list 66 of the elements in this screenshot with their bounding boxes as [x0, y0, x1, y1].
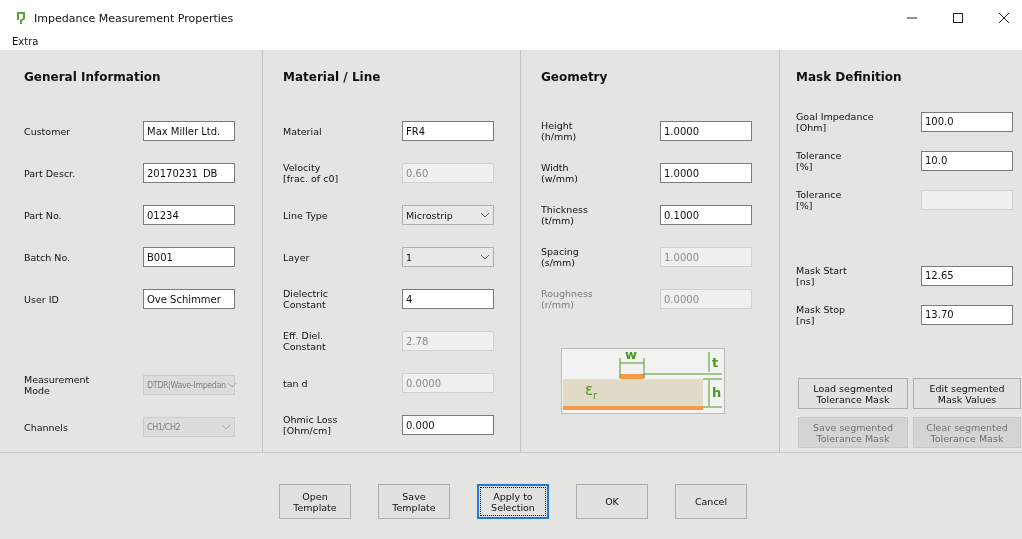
maximize-icon[interactable]	[952, 12, 964, 24]
input-field[interactable]: 1.0000	[660, 121, 752, 141]
dialog-button[interactable]: OK	[576, 484, 648, 519]
field-label: Part Descr.	[24, 167, 77, 179]
section-heading: General Information	[24, 70, 162, 86]
field-label: Velocity [frac. of c0]	[283, 162, 340, 184]
field-label: Measurement Mode	[24, 374, 91, 396]
input-field[interactable]: 100.0	[921, 111, 1013, 132]
input-field[interactable]: 4	[402, 289, 494, 309]
section-heading: Material / Line	[283, 70, 382, 86]
input-field[interactable]: Max Miller Ltd.	[143, 121, 235, 141]
field-label: Width (w/mm)	[541, 162, 579, 184]
field-label: Spacing (s/mm)	[541, 246, 580, 268]
diagram-label: ε$_{r}$	[585, 384, 598, 402]
window-title: Impedance Measurement Properties	[34, 11, 234, 25]
field-label: Batch No.	[24, 251, 72, 263]
close-icon[interactable]	[998, 12, 1010, 24]
dialog-button[interactable]: Cancel	[675, 484, 747, 519]
input-field[interactable]: 10.0	[921, 150, 1013, 171]
field-label: Roughness (r/mm)	[541, 288, 594, 310]
caret-icon	[480, 254, 490, 260]
section-heading: Geometry	[541, 70, 609, 86]
app-icon	[16, 11, 26, 25]
field-label: Eff. Diel. Constant	[283, 330, 327, 352]
field-label: Thickness (t/mm)	[541, 204, 589, 226]
dialog-button[interactable]: Apply to Selection	[477, 484, 549, 519]
caret-icon	[221, 424, 231, 430]
field-label: Material	[283, 125, 323, 137]
mask-button[interactable]: Edit segmented Mask Values	[913, 378, 1021, 409]
field-label: Layer	[283, 251, 311, 263]
section-heading: Mask Definition	[796, 70, 903, 86]
input-field[interactable]: B001	[143, 247, 235, 267]
field-label: User ID	[24, 293, 60, 305]
dialog-button[interactable]: Open Template	[279, 484, 351, 519]
diagram-label: w	[625, 348, 637, 361]
input-field[interactable]: Ove Schimmer	[143, 289, 235, 309]
dropdown[interactable]: Microstrip	[402, 205, 494, 225]
input-field[interactable]: FR4	[402, 121, 494, 141]
field-label: Tolerance [%]	[796, 188, 843, 211]
input-field[interactable]: 01234	[143, 205, 235, 225]
diagram-label: h	[712, 386, 722, 399]
field-label: Dielectric Constant	[283, 288, 329, 310]
menu-item[interactable]: Extra	[10, 36, 41, 48]
diagram-label: t	[712, 356, 719, 369]
field-label: Channels	[24, 421, 69, 433]
caret-icon	[480, 212, 490, 218]
field-label: Part No.	[24, 209, 63, 221]
input-field[interactable]: 0.1000	[660, 205, 752, 225]
field-label: Ohmic Loss [Ohm/cm]	[283, 414, 339, 436]
field-label: Mask Stop [ns]	[796, 303, 847, 326]
input-field[interactable]: 20170231_DB	[143, 163, 235, 183]
field-label: Height (h/mm)	[541, 120, 578, 142]
input-field[interactable]: 0.000	[402, 415, 494, 435]
input-field[interactable]: 13.70	[921, 304, 1013, 325]
dropdown[interactable]: 1	[402, 247, 494, 267]
field-label: Tolerance [%]	[796, 149, 843, 172]
dialog-button[interactable]: Save Template	[378, 484, 450, 519]
input-field[interactable]: 12.65	[921, 265, 1013, 286]
field-label: Goal Impedance [Ohm]	[796, 110, 875, 133]
field-label: Line Type	[283, 209, 329, 221]
mask-button[interactable]: Load segmented Tolerance Mask	[798, 378, 908, 409]
field-label: tan d	[283, 377, 309, 389]
input-field[interactable]: 1.0000	[660, 163, 752, 183]
caret-icon	[226, 382, 237, 388]
field-label: Mask Start [ns]	[796, 264, 848, 287]
field-label: Customer	[24, 125, 72, 137]
